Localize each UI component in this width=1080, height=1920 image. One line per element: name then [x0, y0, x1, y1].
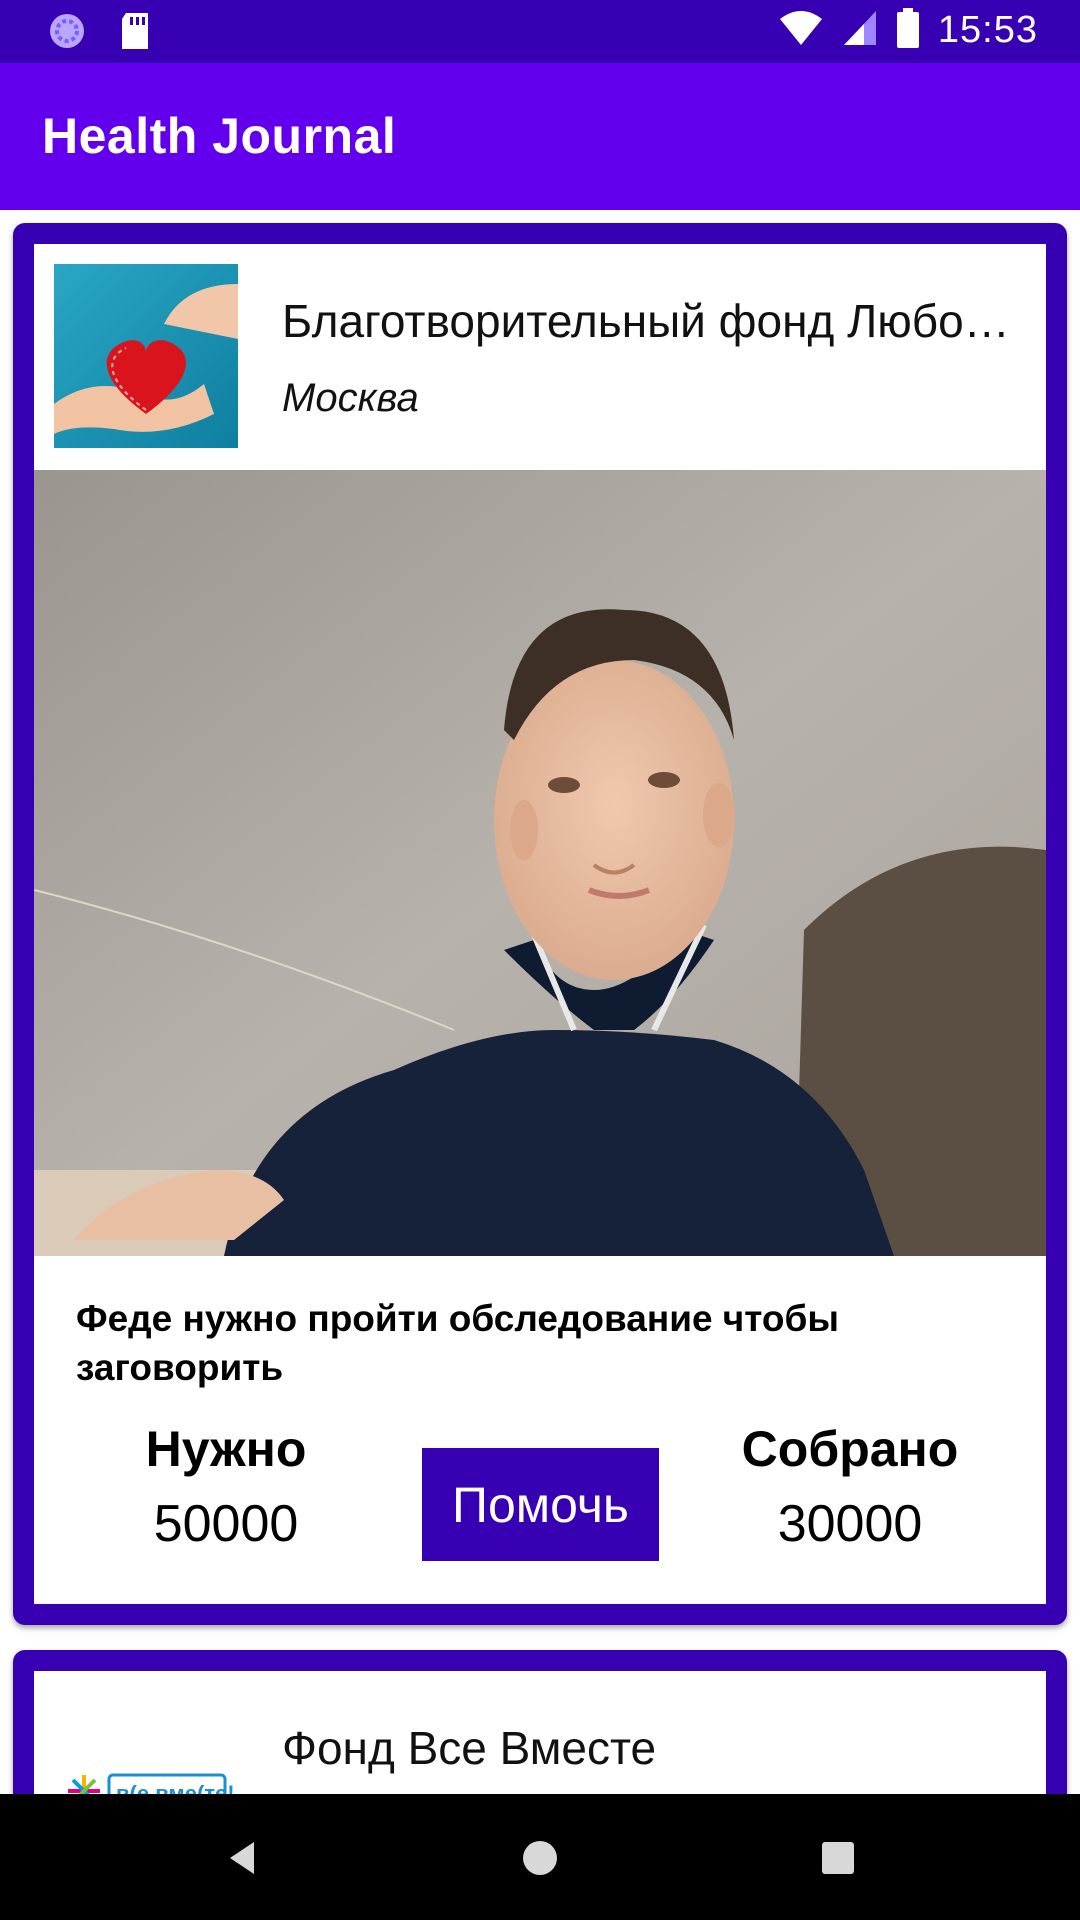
signal-icon [842, 9, 878, 52]
org-city: Москва [282, 376, 419, 420]
collected-value: 30000 [777, 1495, 923, 1553]
collected-stat: Собрано 30000 [700, 1420, 1000, 1554]
help-button[interactable]: Помочь [422, 1448, 659, 1561]
vse-vmeste-logo-text: в(е вме(те! [116, 1781, 235, 1794]
sync-icon [46, 10, 88, 57]
card-content: Благотворительный фонд Любо… Москва Феде… [34, 244, 1046, 1604]
fundraiser-card[interactable]: в(е вме(те! Фонд Все Вместе [13, 1650, 1067, 1794]
recents-icon[interactable] [808, 1828, 868, 1888]
needed-stat: Нужно 50000 [76, 1420, 376, 1554]
fundraiser-list[interactable]: Благотворительный фонд Любо… Москва Феде… [0, 210, 1080, 1794]
sd-card-icon [118, 11, 152, 56]
fundraiser-card[interactable]: Благотворительный фонд Любо… Москва Феде… [13, 223, 1067, 1625]
back-icon[interactable] [212, 1828, 272, 1888]
home-icon[interactable] [510, 1828, 570, 1888]
card-content: в(е вме(те! Фонд Все Вместе [34, 1671, 1046, 1794]
app-title: Health Journal [42, 108, 397, 164]
status-right-icons: 15:53 [778, 8, 1038, 53]
org-name: Благотворительный фонд Любо… [282, 295, 1010, 347]
collected-label: Собрано [741, 1421, 959, 1477]
org-logo-heart-image [54, 264, 238, 448]
child-photo [34, 470, 1046, 1256]
org-name: Фонд Все Вместе [282, 1722, 657, 1774]
needed-label: Нужно [145, 1421, 307, 1477]
wifi-icon [778, 9, 824, 52]
app-bar: Health Journal [0, 63, 1080, 210]
battery-icon [896, 8, 920, 53]
org-logo-vse-vmeste-image: в(е вме(те! [54, 1691, 238, 1794]
needed-value: 50000 [153, 1495, 299, 1553]
status-bar: 15:53 [0, 0, 1080, 63]
navigation-bar [0, 1794, 1080, 1920]
status-left-icons [46, 10, 152, 57]
status-clock: 15:53 [937, 9, 1038, 51]
fundraiser-description: Феде нужно пройти обследование чтобы заг… [76, 1298, 839, 1388]
